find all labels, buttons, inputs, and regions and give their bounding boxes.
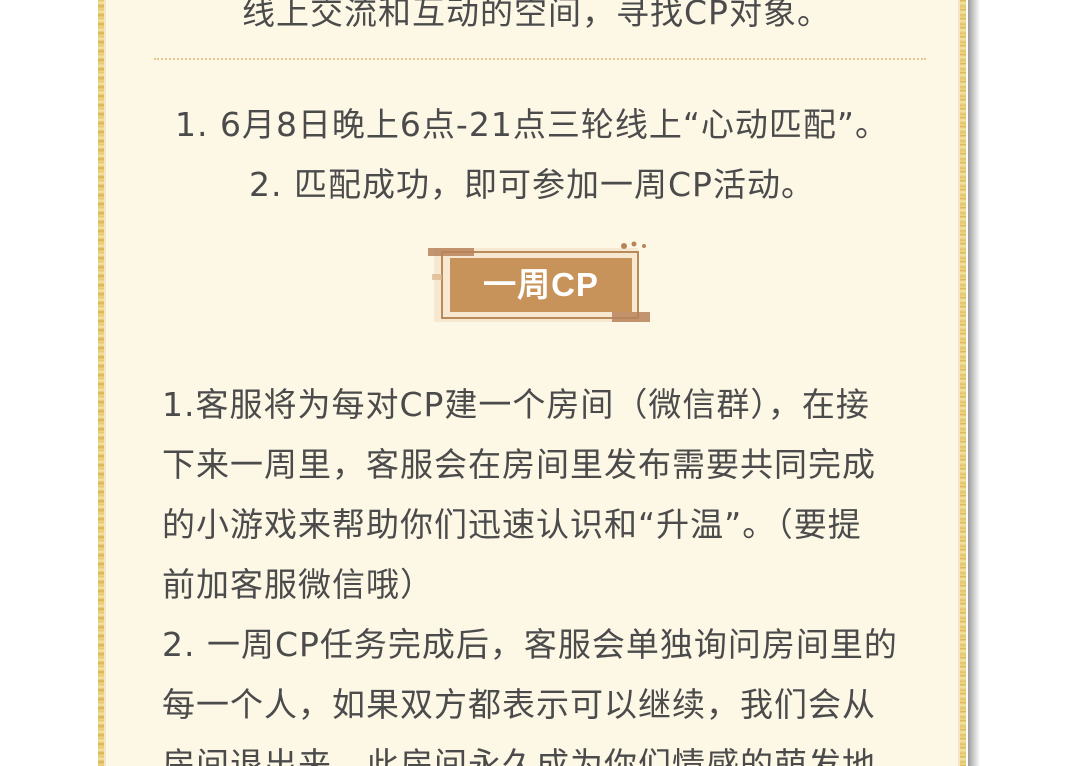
detail-line: 1.客服将为每对CP建一个房间（微信群），在接 xyxy=(162,385,870,424)
detail-line: 下来一周里，客服会在房间里发布需要共同完成 xyxy=(162,445,876,484)
gold-border-right xyxy=(960,0,966,766)
detail-line: 前加客服微信哦） xyxy=(162,565,434,604)
dotted-divider xyxy=(154,58,926,60)
detail-line: 每一个人，如果双方都表示可以继续，我们会从 xyxy=(162,685,876,724)
detail-line: 2. 一周CP任务完成后，客服会单独询问房间里的 xyxy=(162,625,898,664)
section-title: 一周CP xyxy=(483,266,599,303)
detail-line: 的小游戏来帮助你们迅速认识和“升温”。（要提 xyxy=(162,505,862,544)
section-badge: 一周CP xyxy=(428,240,652,330)
rule-line-2: 2. 匹配成功，即可参加一周CP活动。 xyxy=(249,165,815,204)
rule-line-1: 1. 6月8日晚上6点-21点三轮线上“心动匹配”。 xyxy=(174,105,890,144)
page: 线上交流和互动的空间，寻找CP对象。 1. 6月8日晚上6点-21点三轮线上“心… xyxy=(0,0,1080,766)
detail-line: 房间退出来，此房间永久成为你们情感的萌发地 xyxy=(162,745,876,766)
intro-text-tail: 线上交流和互动的空间，寻找CP对象。 xyxy=(242,0,831,32)
page-edge-shadow xyxy=(968,0,980,766)
